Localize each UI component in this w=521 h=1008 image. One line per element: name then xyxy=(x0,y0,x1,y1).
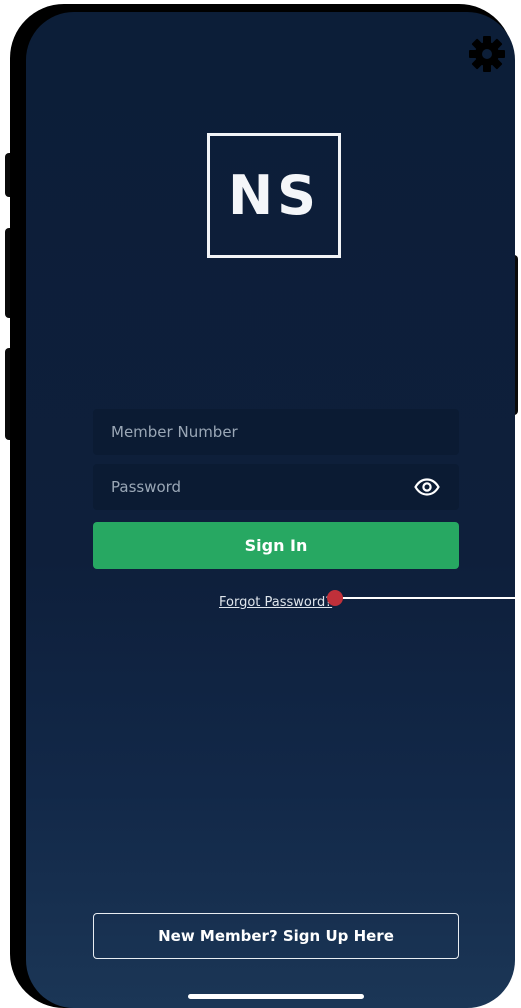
app-logo: NS xyxy=(207,133,341,258)
logo-text: NS xyxy=(227,164,321,227)
home-indicator xyxy=(188,994,364,999)
password-input[interactable] xyxy=(111,478,413,496)
login-screen: NS Sign In Forgot Password? New Member? … xyxy=(26,12,515,1008)
annotation-marker xyxy=(327,590,343,606)
sign-up-button[interactable]: New Member? Sign Up Here xyxy=(93,913,459,959)
device-frame: NS Sign In Forgot Password? New Member? … xyxy=(0,0,521,1008)
member-number-field[interactable] xyxy=(93,409,459,455)
forgot-password-link[interactable]: Forgot Password? xyxy=(219,595,332,610)
show-password-button[interactable] xyxy=(413,477,441,497)
member-number-input[interactable] xyxy=(111,423,441,441)
password-field[interactable] xyxy=(93,464,459,510)
sign-in-button[interactable]: Sign In xyxy=(93,522,459,569)
eye-icon xyxy=(414,478,440,496)
phone-body: NS Sign In Forgot Password? New Member? … xyxy=(10,4,515,1008)
gear-icon xyxy=(469,36,505,72)
settings-button[interactable] xyxy=(467,34,507,74)
annotation-line xyxy=(342,597,521,599)
